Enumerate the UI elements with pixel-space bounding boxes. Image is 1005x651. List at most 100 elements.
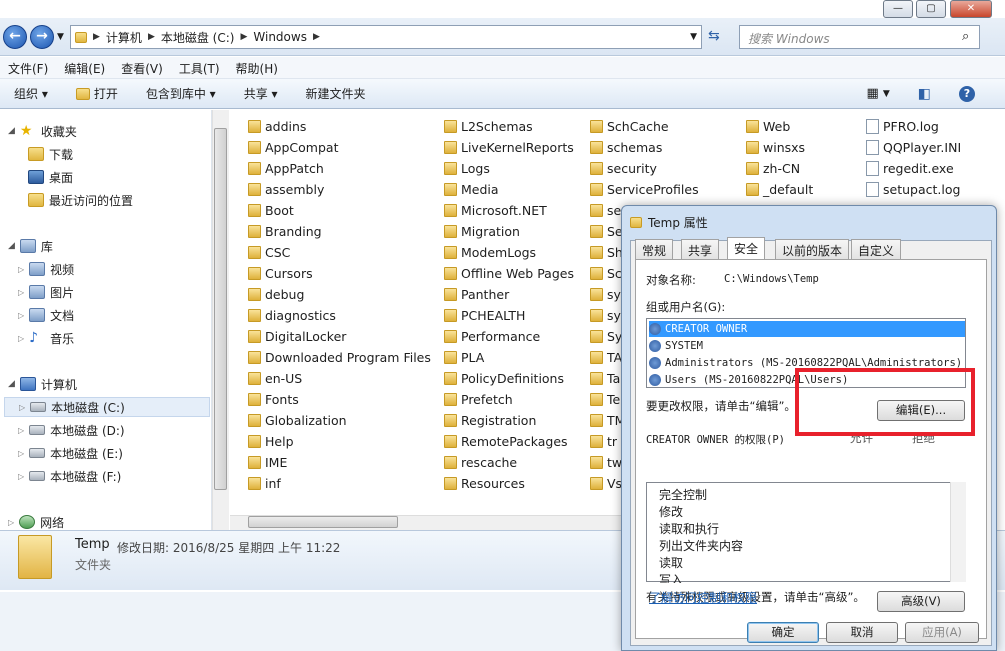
file-item[interactable]: Cursors — [248, 263, 313, 283]
file-item[interactable]: PolicyDefinitions — [444, 368, 564, 388]
file-item[interactable]: ModemLogs — [444, 242, 536, 262]
file-item[interactable]: Branding — [248, 221, 322, 241]
nav-documents[interactable]: ▷ 文档 — [18, 305, 74, 325]
file-item[interactable]: TA — [590, 347, 622, 367]
file-item[interactable]: DigitalLocker — [248, 326, 346, 346]
nav-drive-f[interactable]: ▷ 本地磁盘 (F:) — [18, 466, 121, 486]
file-item[interactable]: Fonts — [248, 389, 299, 409]
file-item[interactable]: AppCompat — [248, 137, 338, 157]
file-item[interactable]: QQPlayer.INI — [866, 137, 961, 157]
file-item[interactable]: L2Schemas — [444, 116, 533, 136]
file-item[interactable]: Registration — [444, 410, 536, 430]
file-item[interactable]: Se — [590, 221, 623, 241]
search-input[interactable]: 搜索 Windows — [739, 25, 980, 49]
nav-videos[interactable]: ▷ 视频 — [18, 259, 74, 279]
file-item[interactable]: Web — [746, 116, 790, 136]
file-item[interactable]: SchCache — [590, 116, 669, 136]
nav-drive-c[interactable]: ▷ 本地磁盘 (C:) — [4, 397, 210, 417]
file-item[interactable]: Ta — [590, 368, 620, 388]
nav-network[interactable]: ▷ 网络 — [8, 512, 64, 532]
apply-button[interactable]: 应用(A) — [905, 622, 979, 643]
address-dropdown-icon[interactable]: ▼ — [690, 32, 697, 42]
file-item[interactable]: en-US — [248, 368, 302, 388]
file-item[interactable]: IME — [248, 452, 287, 472]
file-item[interactable]: Migration — [444, 221, 520, 241]
access-control-help-link[interactable]: 了解访问控制和权限 — [649, 589, 757, 606]
user-row[interactable]: SYSTEM — [649, 338, 965, 354]
file-item[interactable]: Panther — [444, 284, 509, 304]
breadcrumb-windows[interactable]: Windows — [253, 30, 307, 44]
menu-help[interactable]: 帮助(H) — [228, 57, 286, 78]
file-item[interactable]: AppPatch — [248, 158, 324, 178]
include-in-library-button[interactable]: 包含到库中 ▾ — [132, 85, 230, 102]
file-item[interactable]: Offline Web Pages — [444, 263, 574, 283]
back-button[interactable]: ← — [3, 25, 27, 49]
file-item[interactable]: Performance — [444, 326, 540, 346]
nav-pictures[interactable]: ▷ 图片 — [18, 282, 74, 302]
advanced-button[interactable]: 高级(V) — [877, 591, 965, 612]
file-item[interactable]: PLA — [444, 347, 484, 367]
file-item[interactable]: LiveKernelReports — [444, 137, 574, 157]
file-item[interactable]: Boot — [248, 200, 294, 220]
nav-favorites[interactable]: ◢ ★ 收藏夹 — [8, 121, 77, 141]
new-folder-button[interactable]: 新建文件夹 — [292, 85, 380, 102]
file-item[interactable]: Help — [248, 431, 294, 451]
address-box[interactable]: ▶ 计算机 ▶ 本地磁盘 (C:) ▶ Windows ▶ ▼ — [70, 25, 702, 49]
file-item[interactable]: Media — [444, 179, 499, 199]
maximize-button[interactable]: ▢ — [916, 0, 946, 18]
nav-scrollbar-thumb[interactable] — [214, 128, 227, 490]
file-item[interactable]: Sy — [590, 326, 622, 346]
file-item[interactable]: Resources — [444, 473, 525, 493]
file-item[interactable]: CSC — [248, 242, 290, 262]
file-item[interactable]: Te — [590, 389, 620, 409]
share-button[interactable]: 共享 ▾ — [230, 85, 292, 102]
file-item[interactable]: Sh — [590, 242, 623, 262]
permission-list-scrollbar[interactable] — [950, 482, 966, 582]
file-item[interactable]: setupact.log — [866, 179, 960, 199]
nav-computer[interactable]: ◢ 计算机 — [8, 374, 77, 394]
file-item[interactable]: inf — [248, 473, 281, 493]
file-item[interactable]: _default — [746, 179, 813, 199]
preview-pane-button[interactable]: ◧ — [904, 86, 945, 102]
breadcrumb-computer[interactable]: 计算机 — [106, 29, 142, 46]
file-item[interactable]: security — [590, 158, 657, 178]
file-item[interactable]: se — [590, 200, 621, 220]
view-options-button[interactable]: ▦ ▼ — [853, 86, 904, 101]
file-item[interactable]: winsxs — [746, 137, 805, 157]
nav-drive-e[interactable]: ▷ 本地磁盘 (E:) — [18, 443, 123, 463]
file-item[interactable]: Sc — [590, 263, 622, 283]
file-item[interactable]: schemas — [590, 137, 662, 157]
search-icon[interactable]: ⌕ — [962, 29, 969, 44]
file-item[interactable]: zh-CN — [746, 158, 800, 178]
tab-customize[interactable]: 自定义 — [851, 239, 902, 259]
refresh-icon[interactable]: ⇆ — [708, 28, 720, 44]
forward-button[interactable]: → — [30, 25, 54, 49]
menu-edit[interactable]: 编辑(E) — [56, 57, 113, 78]
cancel-button[interactable]: 取消 — [826, 622, 898, 643]
file-item[interactable]: regedit.exe — [866, 158, 954, 178]
file-item[interactable]: rescache — [444, 452, 517, 472]
file-item[interactable]: PFRO.log — [866, 116, 939, 136]
minimize-button[interactable]: — — [883, 0, 913, 18]
tab-security[interactable]: 安全 — [727, 237, 766, 260]
menu-view[interactable]: 查看(V) — [113, 57, 171, 78]
horizontal-scrollbar-thumb[interactable] — [248, 516, 398, 528]
file-item[interactable]: diagnostics — [248, 305, 336, 325]
help-button[interactable]: ? — [945, 85, 1005, 102]
file-item[interactable]: Prefetch — [444, 389, 513, 409]
file-item[interactable]: tr — [590, 431, 617, 451]
file-item[interactable]: sy — [590, 284, 621, 304]
file-item[interactable]: ServiceProfiles — [590, 179, 699, 199]
file-item[interactable]: Logs — [444, 158, 490, 178]
nav-desktop[interactable]: 桌面 — [28, 167, 73, 187]
file-item[interactable]: Downloaded Program Files — [248, 347, 431, 367]
file-item[interactable]: Vs — [590, 473, 622, 493]
recent-pages-dropdown-icon[interactable]: ▼ — [57, 32, 64, 42]
file-item[interactable]: debug — [248, 284, 304, 304]
tab-sharing[interactable]: 共享 — [681, 239, 720, 259]
ok-button[interactable]: 确定 — [747, 622, 819, 643]
nav-music[interactable]: ▷ ♪ 音乐 — [18, 328, 74, 348]
user-row[interactable]: CREATOR OWNER — [649, 321, 965, 337]
tab-general[interactable]: 常规 — [635, 239, 674, 259]
file-item[interactable]: Globalization — [248, 410, 347, 430]
